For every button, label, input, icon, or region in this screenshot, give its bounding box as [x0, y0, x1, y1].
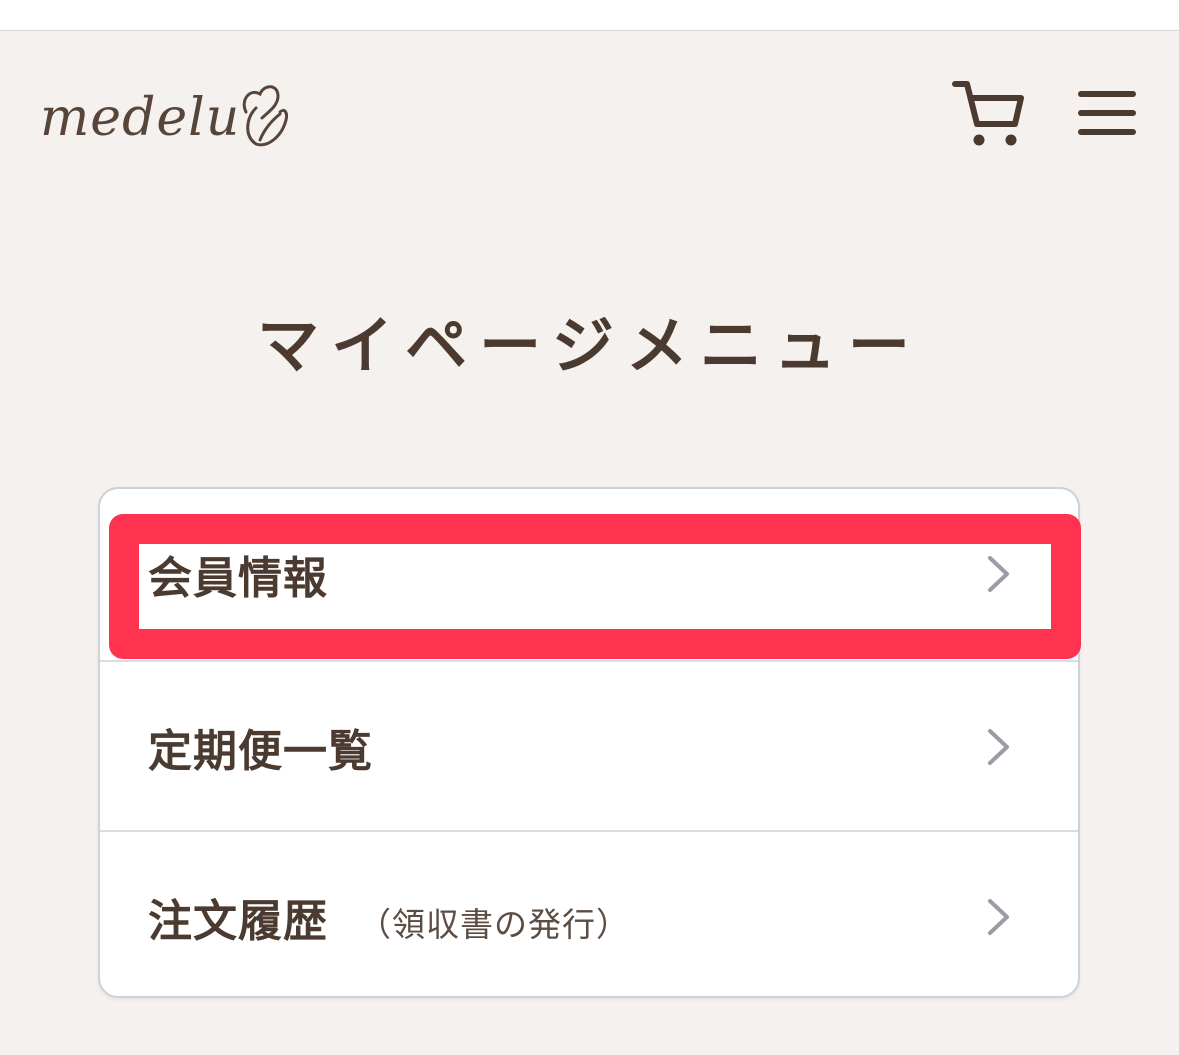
logo-text: medelu: [40, 88, 241, 148]
mypage-menu-list: 会員情報 定期便一覧 注文履歴 （領収書の発行）: [98, 487, 1080, 998]
cart-icon: [952, 81, 1024, 146]
chevron-right-icon: [988, 899, 1009, 935]
menu-item-label: 定期便一覧: [148, 726, 373, 777]
menu-item-label: 会員情報: [148, 553, 328, 604]
hamburger-menu-icon: [1078, 91, 1136, 135]
menu-item-member-info[interactable]: 会員情報: [100, 489, 1078, 659]
menu-item-order-history[interactable]: 注文履歴 （領収書の発行）: [100, 830, 1078, 996]
chevron-right-icon: [988, 556, 1009, 592]
menu-item-subscriptions[interactable]: 定期便一覧: [100, 660, 1078, 832]
menu-item-sublabel: （領収書の発行）: [358, 905, 630, 944]
page-title: マイページメニュー: [257, 309, 922, 382]
menu-button[interactable]: [1076, 88, 1138, 138]
status-bar: [0, 0, 1179, 31]
cart-button[interactable]: [950, 78, 1026, 150]
chevron-right-icon: [988, 729, 1009, 765]
menu-item-label: 注文履歴: [148, 896, 328, 947]
heart-leaf-icon: [243, 85, 289, 147]
logo[interactable]: medelu: [40, 78, 290, 148]
